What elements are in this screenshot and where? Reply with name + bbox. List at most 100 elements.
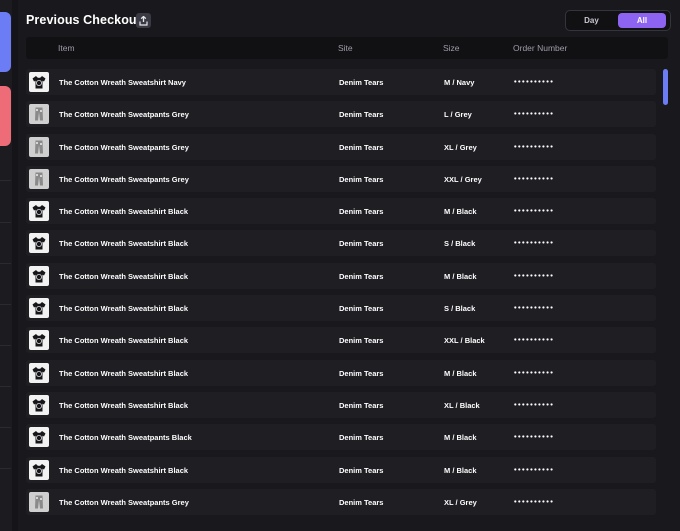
- column-header-item[interactable]: Item: [58, 43, 75, 53]
- size-value: XXL / Black: [444, 336, 485, 346]
- left-rail: [0, 0, 12, 531]
- table-row[interactable]: The Cotton Wreath Sweatpants Black Denim …: [26, 424, 656, 451]
- order-number: ••••••••••: [514, 432, 555, 442]
- size-value: M / Navy: [444, 78, 475, 87]
- order-number: ••••••••••: [514, 173, 555, 183]
- item-name: The Cotton Wreath Sweatpants Grey: [59, 174, 189, 184]
- order-number: ••••••••••: [514, 238, 555, 248]
- export-icon[interactable]: [136, 13, 151, 28]
- rail-tab-red[interactable]: [0, 86, 11, 146]
- order-number: ••••••••••: [514, 270, 555, 280]
- size-value: XXL / Grey: [444, 174, 482, 184]
- order-number: ••••••••••: [514, 141, 555, 151]
- product-thumbnail: [29, 394, 49, 415]
- item-name: The Cotton Wreath Sweatpants Grey: [59, 142, 189, 152]
- site-name: Denim Tears: [339, 78, 384, 87]
- product-thumbnail: [29, 201, 49, 222]
- item-name: The Cotton Wreath Sweatpants Black: [59, 433, 192, 443]
- table-row[interactable]: The Cotton Wreath Sweatshirt Black Denim …: [26, 198, 656, 225]
- size-value: M / Black: [444, 465, 477, 475]
- item-name: The Cotton Wreath Sweatshirt Black: [59, 304, 189, 314]
- site-name: Denim Tears: [339, 142, 384, 152]
- site-name: Denim Tears: [339, 239, 384, 249]
- size-value: M / Black: [444, 271, 477, 281]
- item-name: The Cotton Wreath Sweatpants Grey: [59, 497, 189, 507]
- site-name: Denim Tears: [339, 465, 384, 475]
- product-thumbnail: [29, 136, 49, 157]
- table-row[interactable]: The Cotton Wreath Sweatshirt Black Denim …: [26, 359, 656, 386]
- page-title: Previous Checkouts: [26, 13, 148, 27]
- product-thumbnail: [29, 298, 49, 319]
- site-name: Denim Tears: [339, 368, 384, 378]
- rail-divider: [0, 427, 11, 428]
- table-row[interactable]: The Cotton Wreath Sweatshirt Black Denim …: [26, 230, 656, 257]
- size-value: M / Black: [444, 368, 477, 378]
- product-thumbnail: [29, 72, 49, 92]
- table-row[interactable]: The Cotton Wreath Sweatshirt Navy Denim T…: [26, 69, 656, 95]
- item-name: The Cotton Wreath Sweatshirt Black: [59, 400, 189, 410]
- item-name: The Cotton Wreath Sweatshirt Black: [59, 368, 189, 378]
- product-thumbnail: [29, 168, 49, 189]
- product-thumbnail: [29, 104, 49, 125]
- table-header: Item Site Size Order Number: [26, 37, 668, 59]
- rail-divider: [0, 180, 11, 181]
- order-number: ••••••••••: [514, 367, 555, 377]
- product-thumbnail: [29, 491, 49, 512]
- site-name: Denim Tears: [339, 207, 384, 217]
- product-thumbnail: [29, 265, 49, 286]
- product-thumbnail: [29, 233, 49, 254]
- size-value: S / Black: [444, 239, 476, 249]
- table-row[interactable]: The Cotton Wreath Sweatshirt Black Denim …: [26, 327, 656, 354]
- column-header-site[interactable]: Site: [338, 43, 353, 53]
- rail-divider: [0, 263, 11, 264]
- product-thumbnail: [29, 330, 49, 351]
- site-name: Denim Tears: [339, 271, 384, 281]
- table-row[interactable]: The Cotton Wreath Sweatpants Grey Denim T…: [26, 488, 656, 515]
- table-row[interactable]: The Cotton Wreath Sweatshirt Black Denim …: [26, 391, 656, 418]
- all-filter-button[interactable]: All: [618, 13, 666, 28]
- size-value: M / Black: [444, 207, 477, 217]
- table-row[interactable]: The Cotton Wreath Sweatshirt Black Denim …: [26, 262, 656, 289]
- column-header-size[interactable]: Size: [443, 43, 460, 53]
- column-header-order-number[interactable]: Order Number: [513, 43, 567, 53]
- size-value: S / Black: [444, 304, 476, 314]
- item-name: The Cotton Wreath Sweatshirt Black: [59, 239, 189, 249]
- table-row[interactable]: The Cotton Wreath Sweatpants Grey Denim T…: [26, 101, 656, 128]
- order-number: ••••••••••: [514, 335, 555, 345]
- site-name: Denim Tears: [339, 304, 384, 314]
- order-number: ••••••••••: [514, 303, 555, 313]
- item-name: The Cotton Wreath Sweatshirt Navy: [59, 78, 186, 87]
- table-row[interactable]: The Cotton Wreath Sweatshirt Black Denim …: [26, 456, 656, 483]
- item-name: The Cotton Wreath Sweatshirt Black: [59, 271, 189, 281]
- order-number: ••••••••••: [514, 464, 555, 474]
- order-number: ••••••••••: [514, 496, 555, 506]
- rail-tab-blue[interactable]: [0, 12, 11, 72]
- item-name: The Cotton Wreath Sweatshirt Black: [59, 207, 189, 217]
- order-number: ••••••••••: [514, 109, 555, 119]
- day-filter-button[interactable]: Day: [569, 13, 614, 28]
- item-name: The Cotton Wreath Sweatshirt Black: [59, 465, 189, 475]
- rail-divider: [0, 386, 11, 387]
- checkout-list: The Cotton Wreath Sweatshirt Navy Denim T…: [26, 69, 656, 521]
- scrollbar-thumb[interactable]: [663, 69, 668, 105]
- order-number: ••••••••••: [514, 77, 555, 86]
- order-number: ••••••••••: [514, 399, 555, 409]
- range-toggle: Day All: [565, 10, 671, 31]
- item-name: The Cotton Wreath Sweatpants Grey: [59, 110, 189, 120]
- site-name: Denim Tears: [339, 336, 384, 346]
- rail-divider: [0, 468, 11, 469]
- size-value: L / Grey: [444, 110, 472, 120]
- rail-divider: [0, 304, 11, 305]
- site-name: Denim Tears: [339, 433, 384, 443]
- table-row[interactable]: The Cotton Wreath Sweatpants Grey Denim T…: [26, 165, 656, 192]
- site-name: Denim Tears: [339, 497, 384, 507]
- rail-divider: [0, 345, 11, 346]
- product-thumbnail: [29, 459, 49, 480]
- table-row[interactable]: The Cotton Wreath Sweatshirt Black Denim …: [26, 295, 656, 322]
- size-value: XL / Grey: [444, 142, 477, 152]
- size-value: M / Black: [444, 433, 477, 443]
- site-name: Denim Tears: [339, 110, 384, 120]
- site-name: Denim Tears: [339, 400, 384, 410]
- table-row[interactable]: The Cotton Wreath Sweatpants Grey Denim T…: [26, 133, 656, 160]
- item-name: The Cotton Wreath Sweatshirt Black: [59, 336, 189, 346]
